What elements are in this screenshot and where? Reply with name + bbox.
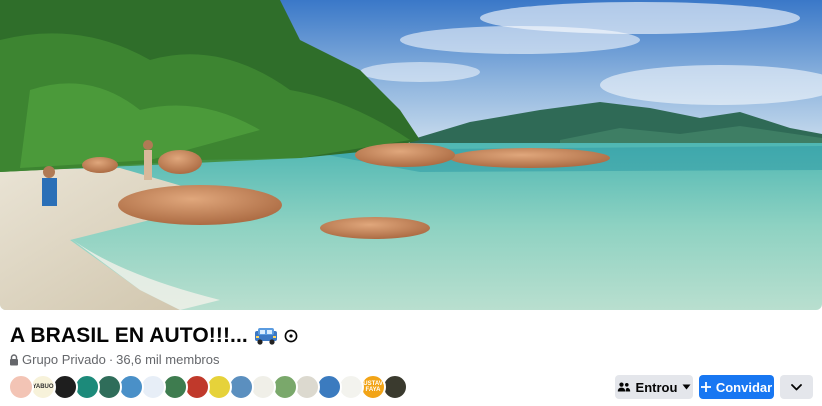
group-meta: Grupo Privado · 36,6 mil membros <box>9 352 219 367</box>
cover-photo[interactable] <box>0 0 822 310</box>
chevron-down-icon <box>791 383 802 390</box>
car-icon <box>254 327 278 345</box>
lock-icon <box>9 353 19 366</box>
plus-icon <box>700 382 711 392</box>
invite-label: Convidar <box>715 379 773 395</box>
group-title-row: A BRASIL EN AUTO!!!... <box>10 324 298 348</box>
avatar-1[interactable] <box>8 374 34 400</box>
group-title[interactable]: A BRASIL EN AUTO!!!... <box>10 324 248 348</box>
privacy-label[interactable]: Grupo Privado <box>22 352 106 367</box>
more-options-button[interactable] <box>780 375 813 399</box>
invite-button[interactable]: Convidar <box>699 375 774 399</box>
beach-cover-photo <box>0 0 822 310</box>
caret-down-icon <box>682 384 691 390</box>
member-count[interactable]: 36,6 mil membros <box>116 352 219 367</box>
info-icon[interactable] <box>284 329 298 343</box>
joined-label: Entrou <box>635 379 678 395</box>
joined-button[interactable]: Entrou <box>615 375 693 399</box>
people-icon <box>617 382 630 392</box>
member-avatars: YABUO GUSTAVO FAYA <box>8 374 408 400</box>
meta-separator: · <box>108 352 114 367</box>
